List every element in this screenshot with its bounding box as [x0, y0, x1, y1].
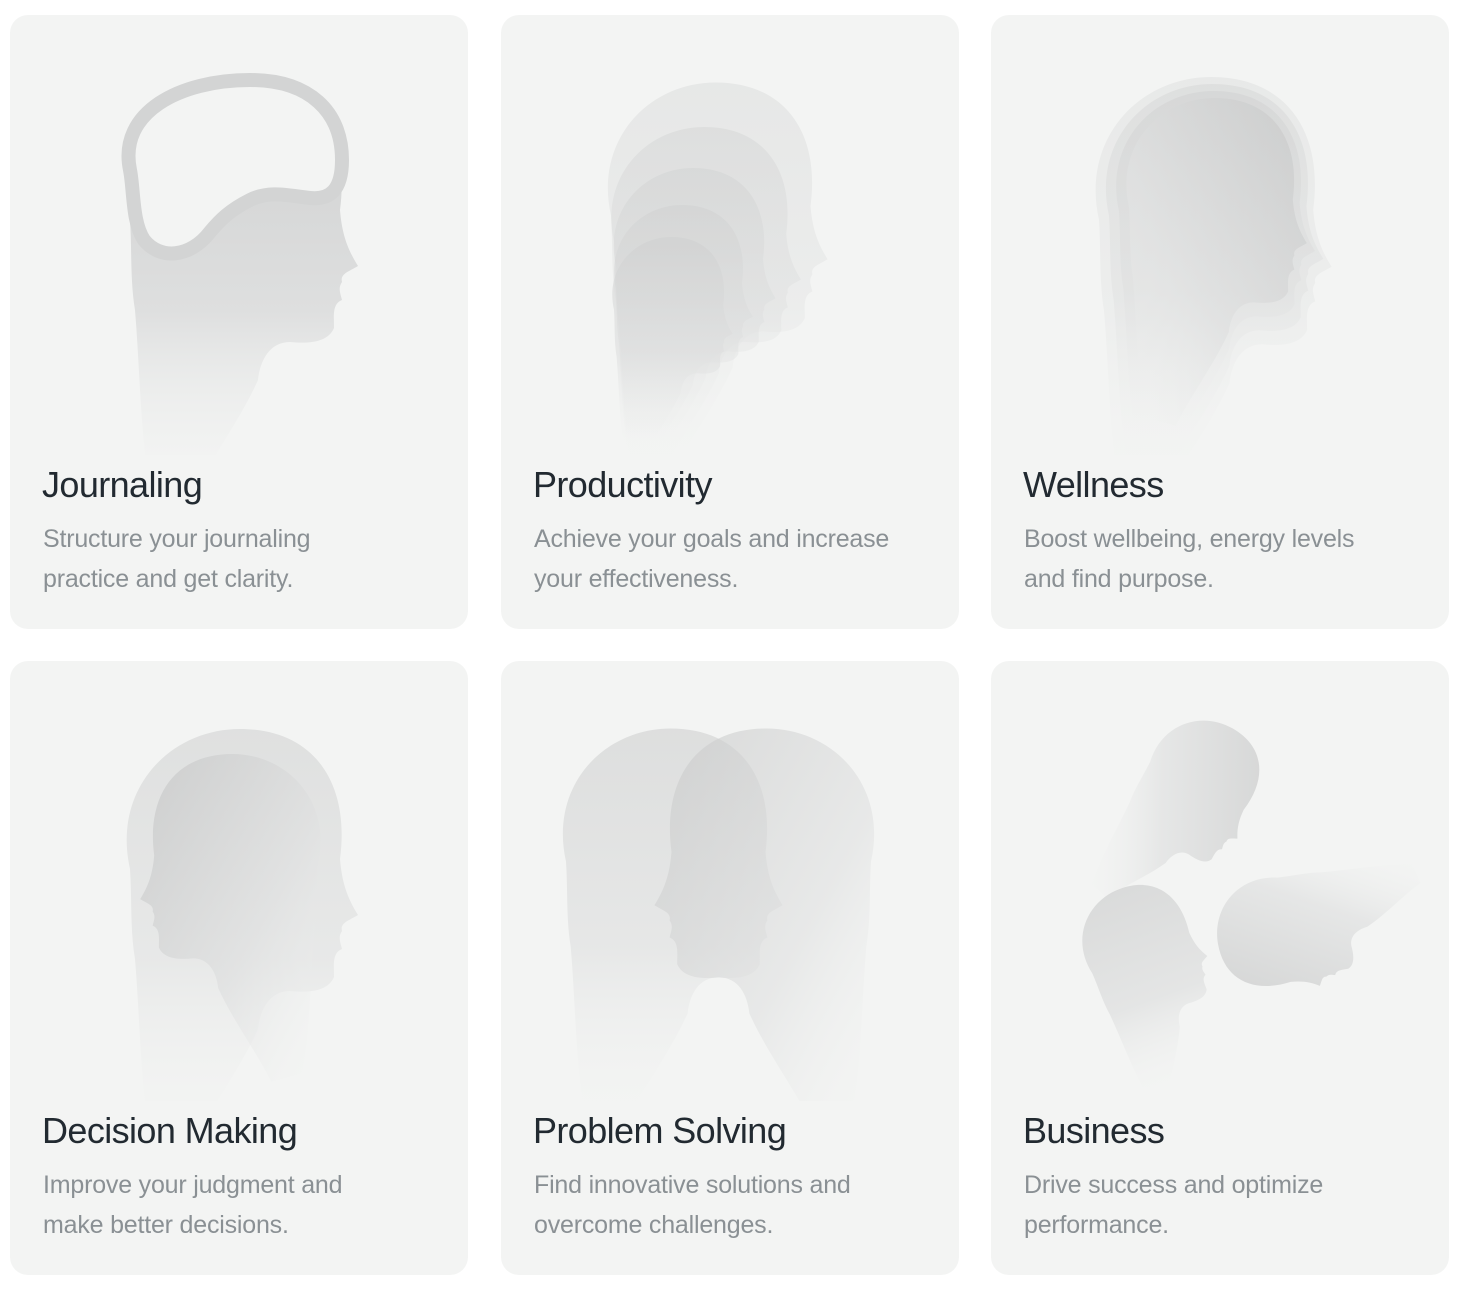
card-description: Structure your journaling practice and g… — [43, 525, 311, 593]
card-description: Boost wellbeing, energy levels and find … — [1024, 525, 1355, 593]
layered-head-icon — [1095, 77, 1332, 455]
card-title: Journaling — [42, 464, 203, 505]
card-title: Wellness — [1023, 464, 1164, 505]
card-title: Productivity — [533, 464, 712, 505]
card-description: Find innovative solutions and overcome c… — [534, 1171, 851, 1239]
card-decision-making[interactable]: Decision Making Improve your judgment an… — [10, 661, 468, 1275]
card-wellness[interactable]: Wellness Boost wellbeing, energy levels … — [991, 15, 1449, 629]
card-description: Achieve your goals and increase your eff… — [534, 525, 890, 593]
card-title: Problem Solving — [533, 1110, 787, 1151]
card-productivity[interactable]: Productivity Achieve your goals and incr… — [501, 15, 959, 629]
card-description: Drive success and optimize performance. — [1024, 1171, 1324, 1239]
facing-heads-icon — [562, 728, 875, 1101]
double-head-icon — [126, 729, 358, 1101]
card-problem-solving[interactable]: Problem Solving Find innovative solution… — [501, 661, 959, 1275]
card-business[interactable]: Business Drive success and optimize perf… — [991, 661, 1449, 1275]
three-heads-icon — [1066, 700, 1436, 1101]
stacked-heads-icon — [607, 82, 828, 455]
brain-head-icon — [121, 72, 358, 455]
card-journaling[interactable]: Journaling Structure your journaling pra… — [10, 15, 468, 629]
card-title: Decision Making — [42, 1110, 298, 1151]
card-description: Improve your judgment and make better de… — [43, 1171, 343, 1239]
card-title: Business — [1023, 1110, 1165, 1151]
